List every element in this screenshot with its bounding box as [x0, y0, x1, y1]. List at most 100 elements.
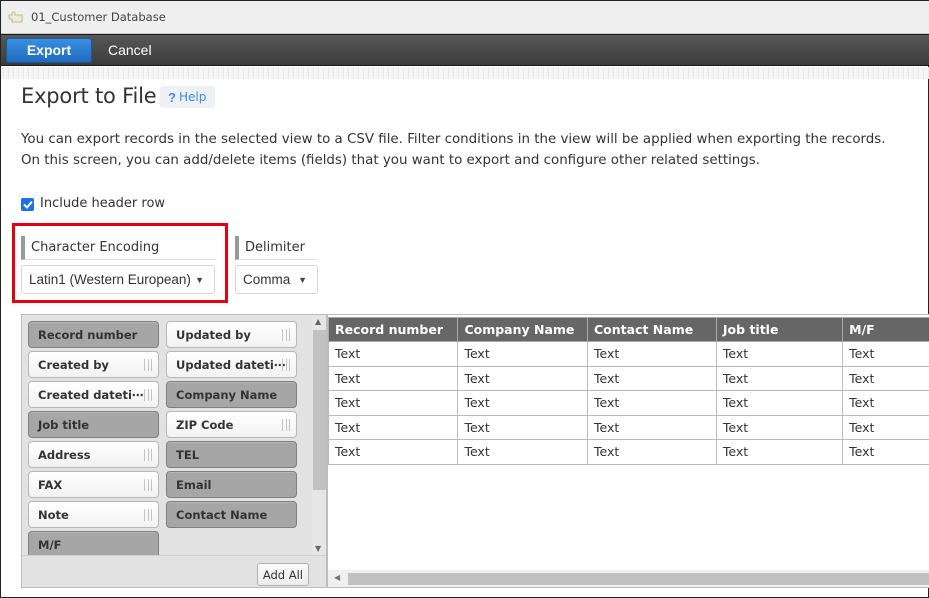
- column-header[interactable]: Company Name: [457, 317, 588, 342]
- help-icon: ?: [168, 89, 176, 105]
- table-cell: Text: [842, 365, 929, 391]
- preview-horizontal-scrollbar[interactable]: ◀: [328, 570, 929, 587]
- field-chip-label: FAX: [38, 477, 63, 492]
- dropdown-arrow-icon: ▼: [298, 274, 307, 285]
- field-chip[interactable]: Updated by: [166, 321, 297, 348]
- scroll-down-icon[interactable]: ▼: [315, 544, 321, 553]
- column-header[interactable]: Job title: [715, 317, 844, 342]
- help-label: Help: [178, 90, 207, 104]
- description-line-2: On this screen, you can add/delete items…: [21, 153, 761, 168]
- field-chip[interactable]: Job title: [28, 411, 159, 438]
- field-chip[interactable]: Email: [166, 471, 297, 498]
- field-chip[interactable]: FAX: [28, 471, 159, 498]
- toolbar-shadow-divider: [1, 67, 929, 79]
- table-row: Text Text Text Text Text: [328, 439, 929, 465]
- drag-handle-icon[interactable]: [282, 419, 290, 431]
- field-chip[interactable]: ZIP Code: [166, 411, 297, 438]
- encoding-label: Character Encoding: [21, 236, 216, 260]
- field-chip[interactable]: M/F: [28, 531, 159, 555]
- field-chip-label: ZIP Code: [176, 417, 234, 432]
- table-row: Text Text Text Text Text: [328, 341, 929, 367]
- scrollbar-thumb[interactable]: [348, 573, 929, 585]
- field-chip-label: Job title: [38, 417, 90, 432]
- window-titlebar: 01_Customer Database: [1, 1, 929, 34]
- drag-handle-icon[interactable]: [144, 359, 152, 371]
- page-title: Export to File: [21, 84, 157, 108]
- include-header-option[interactable]: Include header row: [21, 195, 165, 211]
- page-description: You can export records in the selected v…: [21, 129, 921, 171]
- column-header[interactable]: M/F: [842, 317, 929, 342]
- encoding-select[interactable]: Latin1 (Western European) ▼: [21, 265, 215, 294]
- drag-handle-icon[interactable]: [144, 509, 152, 521]
- help-button[interactable]: ? Help: [160, 86, 216, 108]
- field-chip[interactable]: Address: [28, 441, 159, 468]
- table-cell: Text: [328, 390, 459, 416]
- field-picker-panel: Record number Updated by Created by Updated…: [21, 314, 327, 588]
- column-header[interactable]: Record number: [328, 317, 459, 342]
- scroll-up-icon[interactable]: ▲: [315, 317, 321, 326]
- table-cell: Text: [587, 390, 717, 416]
- table-cell: Text: [587, 341, 717, 367]
- field-chip[interactable]: Created by: [28, 351, 159, 378]
- field-chip[interactable]: TEL: [166, 441, 297, 468]
- add-all-button[interactable]: Add All: [256, 563, 309, 586]
- field-chip[interactable]: Record number: [28, 321, 159, 348]
- scrollbar-thumb[interactable]: [313, 330, 326, 490]
- table-cell: Text: [842, 439, 929, 465]
- preview-table: Record number Company Name Contact Name …: [328, 317, 929, 465]
- export-button[interactable]: Export: [6, 37, 92, 63]
- table-cell: Text: [328, 341, 459, 367]
- field-chip-label: Created by: [38, 357, 109, 372]
- field-chip-list: Record number Updated by Created by Updated…: [22, 315, 312, 555]
- include-header-label: Include header row: [40, 195, 166, 211]
- table-cell: Text: [328, 365, 459, 391]
- description-line-1: You can export records in the selected v…: [21, 132, 886, 147]
- table-cell: Text: [587, 439, 717, 465]
- delimiter-select[interactable]: Comma ▼: [235, 265, 318, 294]
- drag-handle-icon[interactable]: [144, 449, 152, 461]
- table-cell: Text: [457, 390, 588, 416]
- field-chip-label: M/F: [38, 537, 62, 552]
- field-chip-label: Record number: [38, 327, 138, 342]
- cancel-button[interactable]: Cancel: [108, 42, 152, 58]
- field-chip-label: Contact Name: [176, 507, 268, 522]
- field-chip[interactable]: Company Name: [166, 381, 297, 408]
- field-chip-label: Address: [38, 447, 91, 462]
- field-chip[interactable]: Contact Name: [166, 501, 297, 528]
- table-cell: Text: [457, 365, 588, 391]
- field-chip-label: Updated by: [176, 327, 251, 342]
- table-cell: Text: [457, 341, 588, 367]
- export-preview: Record number Company Name Contact Name …: [327, 314, 929, 588]
- field-chip[interactable]: Updated dateti⋯: [166, 351, 297, 378]
- drag-handle-icon[interactable]: [282, 329, 290, 341]
- field-list-scrollbar[interactable]: ▲ ▼: [312, 315, 326, 555]
- scroll-left-icon[interactable]: ◀: [334, 573, 340, 582]
- table-cell: Text: [715, 341, 844, 367]
- column-header[interactable]: Contact Name: [587, 317, 717, 342]
- action-toolbar: Export Cancel: [1, 34, 929, 66]
- table-cell: Text: [715, 439, 844, 465]
- field-chip-label: Note: [38, 507, 69, 522]
- field-chip[interactable]: Note: [28, 501, 159, 528]
- table-cell: Text: [328, 414, 459, 440]
- table-row: Text Text Text Text Text: [328, 390, 929, 416]
- field-chip-label: Created dateti⋯: [38, 387, 144, 402]
- table-cell: Text: [328, 439, 459, 465]
- table-cell: Text: [587, 414, 717, 440]
- table-cell: Text: [842, 390, 929, 416]
- table-cell: Text: [715, 390, 844, 416]
- table-cell: Text: [715, 365, 844, 391]
- preview-header-row: Record number Company Name Contact Name …: [328, 317, 929, 342]
- field-chip[interactable]: Created dateti⋯: [28, 381, 159, 408]
- field-panel-footer: Add All: [22, 555, 326, 587]
- delimiter-label: Delimiter: [235, 236, 317, 260]
- table-cell: Text: [457, 439, 588, 465]
- field-chip-label: Updated dateti⋯: [176, 357, 286, 372]
- field-chip-label: Email: [176, 477, 212, 492]
- drag-handle-icon[interactable]: [282, 359, 290, 371]
- field-chip-label: Company Name: [176, 387, 278, 402]
- include-header-checkbox[interactable]: [21, 198, 34, 211]
- drag-handle-icon[interactable]: [144, 389, 152, 401]
- drag-handle-icon[interactable]: [144, 479, 152, 491]
- dropdown-arrow-icon: ▼: [195, 274, 204, 285]
